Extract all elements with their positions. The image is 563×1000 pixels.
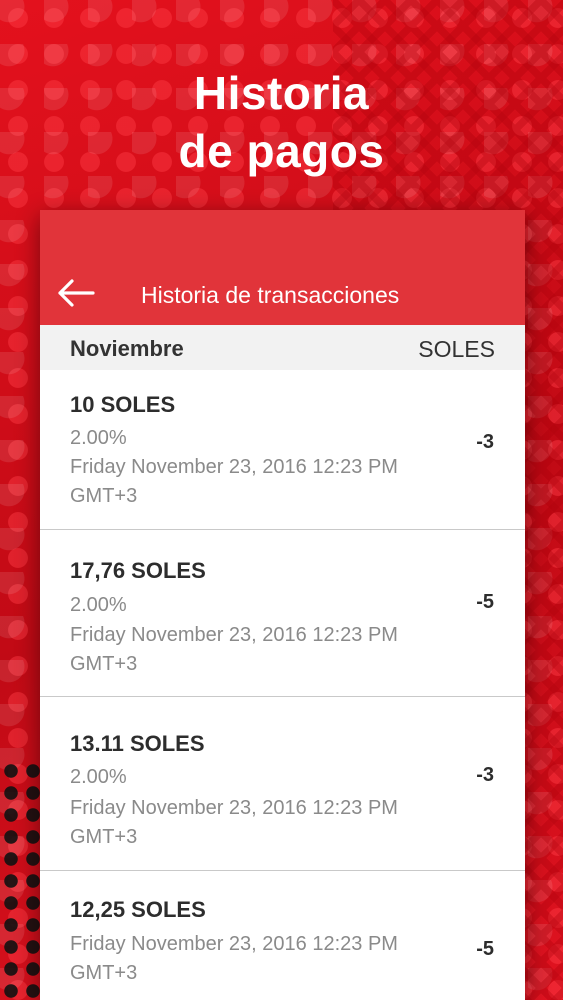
section-header: Noviembre SOLES [40,325,525,370]
transaction-amount: 12,25 SOLES [70,897,206,922]
transaction-rate: 2.00% [70,427,127,449]
arrow-left-icon [58,279,95,307]
transaction-value: -3 [476,431,494,453]
app-bar-title: Historia de transacciones [141,282,400,308]
hero-title-line-2: de pagos [178,125,385,177]
transaction-rate: 2.00% [70,594,127,616]
transaction-date: Friday November 23, 2016 12:23 PM GMT+3 [70,456,398,507]
hero-title-line-1: Historia [193,67,370,119]
transaction-amount: 13.11 SOLES [70,731,205,756]
transaction-rate: 2.00% [70,766,127,788]
transaction-row[interactable]: 10 SOLES 2.00% Friday November 23, 2016 … [40,370,525,530]
transaction-date: Friday November 23, 2016 12:23 PM GMT+3 [70,933,398,984]
transaction-date: Friday November 23, 2016 12:23 PM GMT+3 [70,797,398,848]
transaction-amount: 17,76 SOLES [70,558,206,583]
transaction-row[interactable]: 17,76 SOLES 2.00% Friday November 23, 20… [40,530,525,697]
section-currency: SOLES [418,336,495,362]
transaction-row[interactable]: 12,25 SOLES Friday November 23, 2016 12:… [40,871,525,1000]
transaction-amount: 10 SOLES [70,392,176,417]
hero-title: Historia de pagos [0,64,563,180]
phone-screen: Historia de transacciones Noviembre SOLE… [40,210,525,1000]
back-button[interactable] [56,278,96,308]
transaction-value: -5 [476,938,494,960]
app-bar: Historia de transacciones [40,210,525,325]
transaction-row[interactable]: 13.11 SOLES 2.00% Friday November 23, 20… [40,697,525,871]
transaction-value: -5 [476,591,494,613]
transaction-date: Friday November 23, 2016 12:23 PM GMT+3 [70,624,398,675]
transaction-value: -3 [476,764,494,786]
section-month: Noviembre [70,336,184,361]
